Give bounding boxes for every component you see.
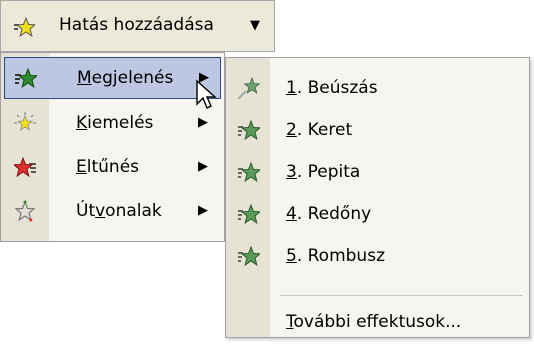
chevron-down-icon: ▼ xyxy=(250,18,260,33)
star-yellow-icon xyxy=(14,112,36,139)
menu-item-utvonalak[interactable]: Útvonalak ▶ xyxy=(4,191,221,233)
menu-item-eltunes[interactable]: Eltűnés ▶ xyxy=(4,147,221,189)
submenu-arrow-icon: ▶ xyxy=(198,159,208,174)
star-green-icon xyxy=(238,245,260,272)
menu-item-megjelenes[interactable]: Megjelenés ▶ xyxy=(4,57,221,99)
star-red-icon xyxy=(14,156,36,183)
effect-item-label: 2. Keret xyxy=(286,120,353,140)
add-effect-button[interactable]: Hatás hozzáadása ▼ xyxy=(0,0,275,52)
mouse-pointer-icon xyxy=(196,79,218,115)
menu-item-label: Eltűnés xyxy=(76,157,140,177)
star-green-icon xyxy=(238,203,260,230)
star-outline-icon xyxy=(14,200,36,227)
submenu-arrow-icon: ▶ xyxy=(198,203,208,218)
effect-item-pepita[interactable]: 3. Pepita xyxy=(226,152,531,194)
submenu-arrow-icon: ▶ xyxy=(198,115,208,130)
star-green-icon xyxy=(238,161,260,188)
effect-item-rombusz[interactable]: 5. Rombusz xyxy=(226,236,531,278)
effect-item-keret[interactable]: 2. Keret xyxy=(226,110,531,152)
menu-item-label: Kiemelés xyxy=(76,113,154,133)
effect-item-label: 3. Pepita xyxy=(286,162,361,182)
add-effect-label: Hatás hozzáadása xyxy=(59,15,214,35)
effect-item-label: 1. Beúszás xyxy=(286,78,378,98)
effect-category-menu: Megjelenés ▶ Kiemelés ▶ Eltűnés ▶ Útvona… xyxy=(0,52,225,242)
effect-item-beuszas[interactable]: 1. Beúszás xyxy=(226,68,531,110)
more-effects-label: További effektusok... xyxy=(286,312,462,332)
star-yellow-icon xyxy=(13,16,35,43)
star-green-icon xyxy=(238,119,260,146)
menu-item-label: Megjelenés xyxy=(77,68,174,88)
star-fly-in-icon xyxy=(238,77,260,104)
entrance-effects-submenu: 1. Beúszás 2. Keret 3. Pepita 4. Redőny xyxy=(225,57,530,338)
effect-item-label: 4. Redőny xyxy=(286,204,372,224)
effect-item-redony[interactable]: 4. Redőny xyxy=(226,194,531,236)
menu-separator xyxy=(280,295,523,296)
effect-item-label: 5. Rombusz xyxy=(286,246,385,266)
star-green-icon xyxy=(15,67,37,94)
menu-item-label: Útvonalak xyxy=(76,201,162,221)
menu-item-kiemeles[interactable]: Kiemelés ▶ xyxy=(4,103,221,145)
